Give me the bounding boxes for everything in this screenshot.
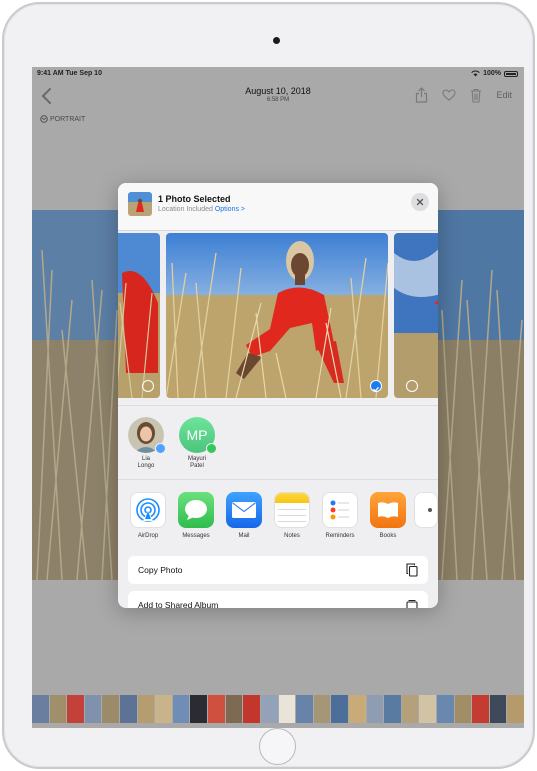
more-icon (414, 492, 438, 528)
person-name: Mayuri Patel (175, 456, 219, 470)
screen: 9:41 AM Tue Sep 10 100% August 10, 2018 … (32, 67, 524, 728)
books-icon (370, 492, 406, 528)
status-bar: 9:41 AM Tue Sep 10 100% (32, 67, 524, 80)
person-last-name: Patel (190, 463, 204, 469)
airdrop-icon (130, 492, 166, 528)
status-indicators: 100% (471, 70, 518, 77)
selected-photo-thumbnail (128, 192, 152, 216)
share-title: 1 Photo Selected (158, 194, 231, 204)
carousel-photo-next[interactable] (394, 233, 438, 398)
avatar-initials: MP (179, 417, 217, 454)
person-mayuri-patel[interactable]: MP Mayuri Patel (175, 417, 219, 470)
close-icon (416, 198, 424, 206)
options-link[interactable]: Options > (215, 206, 245, 213)
airdrop-people-row: Lia Longo MP Mayuri Patel (118, 405, 438, 477)
add-to-shared-album-action[interactable]: Add to Shared Album (128, 591, 428, 608)
portrait-cube-icon (40, 115, 48, 123)
app-mail[interactable]: Mail (220, 492, 268, 539)
person-name: Lia Longo (124, 456, 168, 470)
carousel-photo-previous[interactable] (118, 233, 160, 398)
reminders-icon (322, 492, 358, 528)
share-apps-row: AirDrop Messages Mail Notes Reminders Bo… (118, 479, 438, 551)
close-button[interactable] (411, 193, 429, 211)
carousel-photo-selected[interactable] (166, 233, 388, 398)
battery-percent: 100% (483, 70, 501, 77)
selection-circle[interactable] (406, 380, 418, 392)
selected-checkmark-icon[interactable] (370, 380, 382, 392)
notes-icon (274, 492, 310, 528)
messages-icon (178, 492, 214, 528)
portrait-mode-badge: PORTRAIT (40, 115, 85, 123)
selection-circle[interactable] (142, 380, 154, 392)
share-subtitle: Location Included Options > (158, 206, 245, 213)
app-notes[interactable]: Notes (268, 492, 316, 539)
copy-icon (406, 563, 418, 577)
edit-button[interactable]: Edit (496, 90, 512, 100)
person-lia-longo[interactable]: Lia Longo (124, 417, 168, 470)
wifi-icon (471, 70, 480, 77)
front-camera (273, 37, 280, 44)
avatar (128, 417, 166, 454)
airdrop-badge-icon (155, 443, 166, 454)
app-label: Mail (238, 533, 250, 539)
status-time: 9:41 AM Tue Sep 10 (37, 70, 102, 77)
avatar-initials-text: MP (186, 427, 208, 443)
person-first-name: Mayuri (187, 456, 206, 462)
app-more-partial[interactable] (414, 492, 438, 528)
app-reminders[interactable]: Reminders (316, 492, 364, 539)
battery-icon (504, 70, 518, 77)
heart-icon[interactable] (442, 89, 457, 101)
action-label: Add to Shared Album (138, 600, 219, 608)
ipad-frame: 9:41 AM Tue Sep 10 100% August 10, 2018 … (2, 2, 535, 769)
app-books[interactable]: Books (364, 492, 412, 539)
app-label: Notes (284, 533, 300, 539)
nav-actions: Edit (415, 87, 512, 103)
photo-nav-bar: August 10, 2018 6:58 PM Edit (32, 80, 524, 116)
trash-icon[interactable] (470, 88, 482, 103)
location-included-label: Location Included (158, 206, 213, 213)
home-button[interactable] (259, 728, 296, 765)
action-label: Copy Photo (138, 565, 183, 575)
messages-badge-icon (206, 443, 217, 454)
mail-icon (226, 492, 262, 528)
person-first-name: Lia (141, 456, 150, 462)
portrait-label: PORTRAIT (50, 115, 86, 123)
photo-thumbnail-strip[interactable] (32, 695, 524, 723)
app-airdrop[interactable]: AirDrop (124, 492, 172, 539)
copy-photo-action[interactable]: Copy Photo (128, 556, 428, 584)
background-photo-right (437, 210, 524, 580)
person-last-name: Longo (137, 463, 155, 469)
share-icon[interactable] (415, 87, 428, 103)
app-label: AirDrop (137, 533, 159, 539)
photo-selection-carousel[interactable] (118, 233, 438, 398)
app-label: Messages (182, 533, 210, 539)
shared-album-icon (406, 599, 418, 608)
background-photo-left (32, 210, 122, 580)
app-messages[interactable]: Messages (172, 492, 220, 539)
share-sheet: 1 Photo Selected Location Included Optio… (118, 183, 438, 608)
app-label: Books (379, 533, 397, 539)
app-label: Reminders (325, 533, 355, 539)
share-sheet-header: 1 Photo Selected Location Included Optio… (118, 183, 438, 231)
